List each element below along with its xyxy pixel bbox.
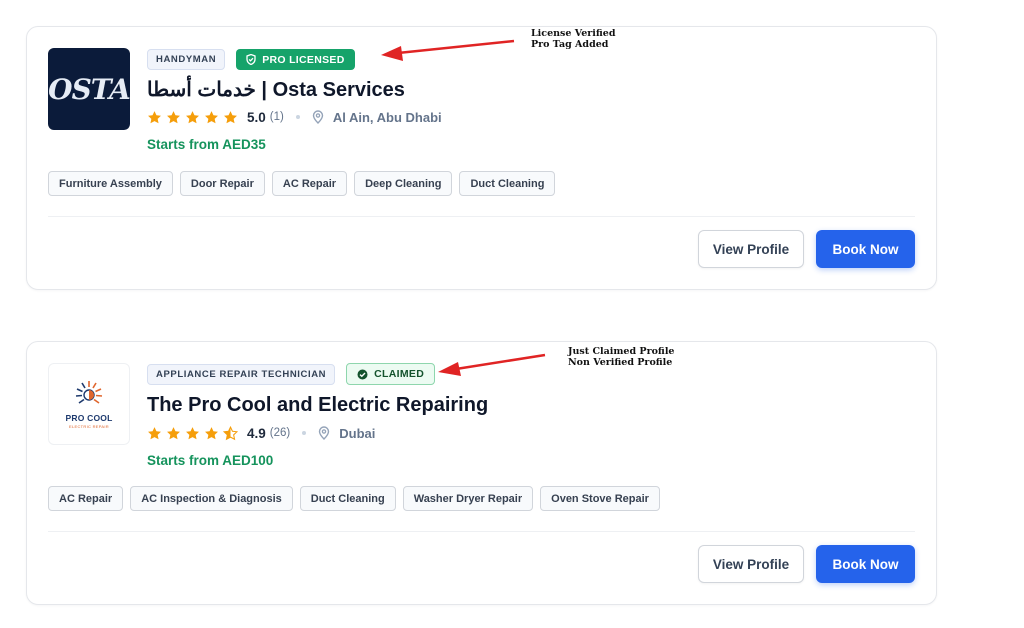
annotation-line: Just Claimed Profile — [568, 346, 675, 357]
star-icon — [205, 426, 218, 439]
service-tag[interactable]: AC Repair — [48, 486, 124, 511]
star-icon — [167, 426, 180, 439]
annotation-line: License Verified — [531, 28, 616, 39]
service-tag[interactable]: AC Repair — [271, 171, 348, 196]
starting-price: Starts from AED35 — [147, 137, 266, 152]
listing-card-pro-cool: PRO COOL ELECTRIC REPAIR APPLIANCE REPAI… — [26, 341, 937, 605]
star-icon — [186, 426, 199, 439]
star-rating — [147, 110, 238, 125]
logo-text: PRO COOL — [65, 413, 113, 423]
claimed-badge: CLAIMED — [346, 363, 436, 385]
badge-row: APPLIANCE REPAIR TECHNICIAN CLAIMED — [147, 363, 436, 385]
location-text: Dubai — [339, 425, 376, 441]
rating-count: (1) — [269, 111, 284, 123]
rating-row: 5.0 (1) Al Ain, Abu Dhabi — [147, 108, 442, 126]
snowflake-sun-icon — [75, 381, 103, 404]
shield-check-icon — [246, 54, 256, 65]
listing-card-osta: OSTA HANDYMAN PRO LICENSED خدمات أسطا | … — [26, 26, 937, 290]
rating-row: 4.9 (26) Dubai — [147, 424, 375, 442]
service-tag[interactable]: Washer Dryer Repair — [402, 486, 534, 511]
logo-subtext: ELECTRIC REPAIR — [69, 424, 109, 429]
book-now-button[interactable]: Book Now — [816, 545, 915, 583]
view-profile-button[interactable]: View Profile — [698, 230, 804, 268]
service-tag[interactable]: Duct Cleaning — [299, 486, 396, 511]
card-actions: View Profile Book Now — [698, 545, 915, 583]
listings-page: OSTA HANDYMAN PRO LICENSED خدمات أسطا | … — [0, 0, 1024, 628]
star-half-icon — [223, 425, 238, 440]
separator-dot — [302, 431, 307, 435]
service-tag[interactable]: Furniture Assembly — [48, 171, 173, 196]
pro-licensed-badge: PRO LICENSED — [236, 49, 355, 70]
business-logo-pro-cool[interactable]: PRO COOL ELECTRIC REPAIR — [48, 363, 130, 445]
location-text: Al Ain, Abu Dhabi — [332, 109, 442, 125]
business-title[interactable]: خدمات أسطا | Osta Services — [147, 77, 405, 102]
star-icon — [167, 110, 180, 123]
star-rating — [147, 425, 238, 441]
logo-text: OSTA — [48, 72, 130, 106]
star-icon — [205, 110, 218, 123]
rating-count: (26) — [269, 427, 291, 439]
star-icon — [148, 110, 161, 123]
card-divider — [48, 531, 915, 532]
service-tag[interactable]: AC Inspection & Diagnosis — [130, 486, 293, 511]
category-badge: APPLIANCE REPAIR TECHNICIAN — [147, 363, 336, 385]
service-tag[interactable]: Duct Cleaning — [459, 171, 556, 196]
business-logo-osta[interactable]: OSTA — [48, 48, 130, 130]
claimed-badge-label: CLAIMED — [374, 368, 425, 380]
star-icon — [224, 110, 237, 123]
rating-value: 4.9 — [247, 425, 266, 441]
annotation-line: Pro Tag Added — [531, 39, 609, 50]
check-circle-icon — [357, 369, 368, 379]
annotation-note: License Verified Pro Tag Added — [531, 28, 615, 50]
business-title[interactable]: The Pro Cool and Electric Repairing — [147, 394, 488, 417]
card-actions: View Profile Book Now — [698, 230, 915, 268]
starting-price: Starts from AED100 — [147, 453, 274, 468]
annotation-line: Non Verified Profile — [568, 357, 673, 368]
pro-badge-label: PRO LICENSED — [262, 53, 345, 66]
badge-row: HANDYMAN PRO LICENSED — [147, 49, 355, 70]
service-tag[interactable]: Deep Cleaning — [354, 171, 453, 196]
star-icon — [148, 426, 161, 439]
separator-dot — [295, 115, 300, 119]
map-pin-icon — [319, 426, 330, 440]
service-tag[interactable]: Door Repair — [179, 171, 265, 196]
view-profile-button[interactable]: View Profile — [698, 545, 804, 583]
category-badge: HANDYMAN — [147, 49, 226, 70]
annotation-note: Just Claimed Profile Non Verified Profil… — [568, 346, 674, 368]
map-pin-icon — [312, 110, 324, 124]
book-now-button[interactable]: Book Now — [816, 230, 915, 268]
service-tag[interactable]: Oven Stove Repair — [540, 486, 660, 511]
service-tags: AC Repair AC Inspection & Diagnosis Duct… — [48, 486, 660, 511]
card-divider — [48, 216, 915, 217]
rating-value: 5.0 — [247, 109, 266, 125]
star-icon — [186, 110, 199, 123]
service-tags: Furniture Assembly Door Repair AC Repair… — [48, 171, 556, 196]
